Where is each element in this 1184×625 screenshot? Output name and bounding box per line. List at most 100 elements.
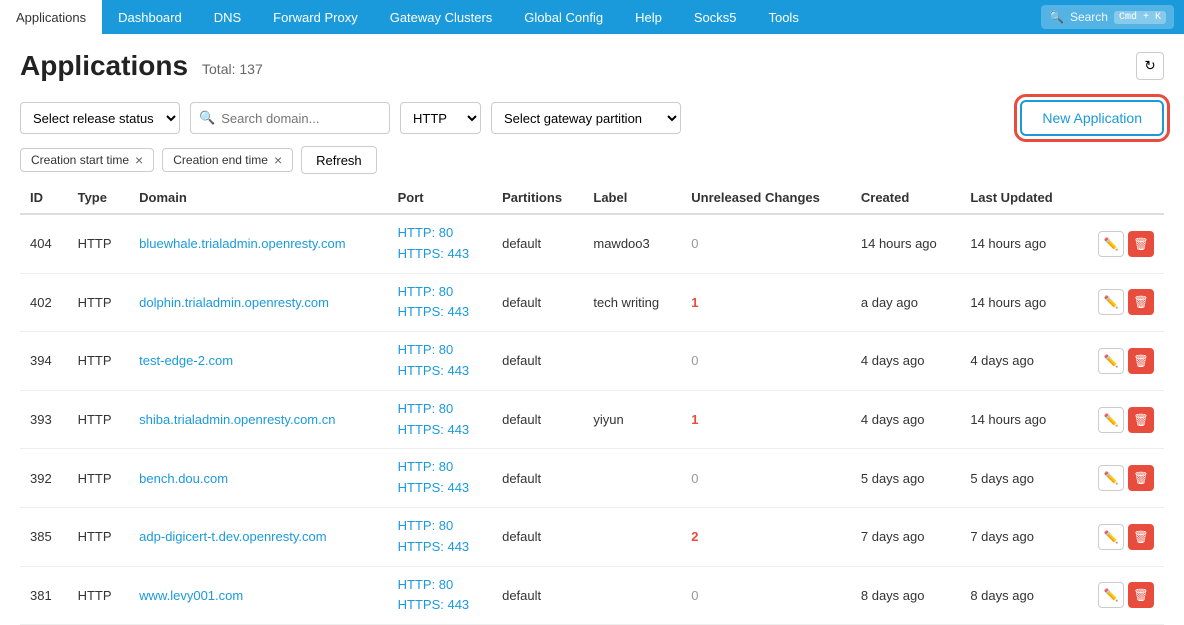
nav-item-forward-proxy[interactable]: Forward Proxy bbox=[257, 0, 374, 34]
domain-link[interactable]: shiba.trialadmin.openresty.com.cn bbox=[139, 412, 335, 427]
port-http-link[interactable]: HTTP: 80 bbox=[398, 399, 482, 420]
delete-button[interactable]: 🗑 bbox=[1128, 231, 1154, 257]
cell-port: HTTP: 80 HTTPS: 443 bbox=[388, 507, 492, 566]
gateway-partition-select[interactable]: Select gateway partition bbox=[491, 102, 681, 134]
edit-icon: ✏️ bbox=[1104, 295, 1119, 309]
delete-icon: 🗑 bbox=[1133, 237, 1148, 251]
cell-created: 4 days ago bbox=[851, 390, 960, 449]
port-https-link[interactable]: HTTPS: 443 bbox=[398, 244, 482, 265]
table-row: 393 HTTP shiba.trialadmin.openresty.com.… bbox=[20, 390, 1164, 449]
protocol-select[interactable]: HTTP HTTPS bbox=[400, 102, 481, 134]
port-https-link[interactable]: HTTPS: 443 bbox=[398, 537, 482, 558]
edit-button[interactable]: ✏️ bbox=[1098, 582, 1124, 608]
refresh-button[interactable]: Refresh bbox=[301, 146, 377, 174]
nav-item-help[interactable]: Help bbox=[619, 0, 678, 34]
nav-search-label: Search bbox=[1070, 10, 1108, 24]
col-header-last-updated: Last Updated bbox=[960, 182, 1077, 214]
filter-tag-start-close[interactable]: × bbox=[135, 153, 143, 167]
cell-partitions: default bbox=[492, 507, 583, 566]
cell-domain: dolphin.trialadmin.openresty.com bbox=[129, 273, 387, 332]
domain-link[interactable]: bench.dou.com bbox=[139, 471, 228, 486]
col-header-created: Created bbox=[851, 182, 960, 214]
refresh-icon: ↻ bbox=[1144, 58, 1155, 74]
port-https-link[interactable]: HTTPS: 443 bbox=[398, 595, 482, 616]
domain-link[interactable]: test-edge-2.com bbox=[139, 353, 233, 368]
cell-domain: bench.dou.com bbox=[129, 449, 387, 508]
delete-icon: 🗑 bbox=[1133, 354, 1148, 368]
nav-item-gateway-clusters[interactable]: Gateway Clusters bbox=[374, 0, 509, 34]
domain-link[interactable]: www.levy001.com bbox=[139, 588, 243, 603]
table-row: 404 HTTP bluewhale.trialadmin.openresty.… bbox=[20, 214, 1164, 273]
cell-last-updated: 7 days ago bbox=[960, 507, 1077, 566]
col-header-label: Label bbox=[583, 182, 681, 214]
port-http-link[interactable]: HTTP: 80 bbox=[398, 516, 482, 537]
cell-last-updated: 14 hours ago bbox=[960, 390, 1077, 449]
cell-type: HTTP bbox=[68, 507, 130, 566]
port-http-link[interactable]: HTTP: 80 bbox=[398, 575, 482, 596]
edit-icon: ✏️ bbox=[1104, 354, 1119, 368]
cell-last-updated: 5 days ago bbox=[960, 449, 1077, 508]
cell-type: HTTP bbox=[68, 449, 130, 508]
port-https-link[interactable]: HTTPS: 443 bbox=[398, 361, 482, 382]
nav-search[interactable]: 🔍 Search Cmd + K bbox=[1041, 5, 1174, 29]
filter-tag-end-close[interactable]: × bbox=[274, 153, 282, 167]
port-http-link[interactable]: HTTP: 80 bbox=[398, 340, 482, 361]
nav-item-dashboard[interactable]: Dashboard bbox=[102, 0, 198, 34]
release-status-select[interactable]: Select release status bbox=[20, 102, 180, 134]
filters-row: Select release status 🔍 HTTP HTTPS Selec… bbox=[0, 94, 1184, 142]
delete-button[interactable]: 🗑 bbox=[1128, 407, 1154, 433]
filter-tag-creation-start: Creation start time × bbox=[20, 148, 154, 172]
new-application-button[interactable]: New Application bbox=[1020, 100, 1164, 136]
nav-item-global-config[interactable]: Global Config bbox=[508, 0, 619, 34]
edit-button[interactable]: ✏️ bbox=[1098, 348, 1124, 374]
col-header-partitions: Partitions bbox=[492, 182, 583, 214]
delete-icon: 🗑 bbox=[1133, 471, 1148, 485]
cell-partitions: default bbox=[492, 449, 583, 508]
search-domain-input[interactable] bbox=[221, 111, 361, 126]
delete-button[interactable]: 🗑 bbox=[1128, 465, 1154, 491]
nav-item-dns[interactable]: DNS bbox=[198, 0, 257, 34]
nav-item-socks5[interactable]: Socks5 bbox=[678, 0, 753, 34]
port-https-link[interactable]: HTTPS: 443 bbox=[398, 302, 482, 323]
cell-id: 385 bbox=[20, 507, 68, 566]
delete-button[interactable]: 🗑 bbox=[1128, 582, 1154, 608]
applications-table: ID Type Domain Port Partitions Label Unr… bbox=[20, 182, 1164, 625]
nav-item-applications[interactable]: Applications bbox=[0, 0, 102, 34]
nav-item-tools[interactable]: Tools bbox=[752, 0, 814, 34]
domain-link[interactable]: bluewhale.trialadmin.openresty.com bbox=[139, 236, 345, 251]
page-title: Applications bbox=[20, 50, 188, 82]
filter-tag-end-label: Creation end time bbox=[173, 153, 268, 167]
domain-link[interactable]: dolphin.trialadmin.openresty.com bbox=[139, 295, 329, 310]
port-https-link[interactable]: HTTPS: 443 bbox=[398, 420, 482, 441]
edit-icon: ✏️ bbox=[1104, 588, 1119, 602]
edit-button[interactable]: ✏️ bbox=[1098, 524, 1124, 550]
applications-table-wrap: ID Type Domain Port Partitions Label Unr… bbox=[0, 182, 1184, 625]
col-header-id: ID bbox=[20, 182, 68, 214]
edit-button[interactable]: ✏️ bbox=[1098, 465, 1124, 491]
cell-label: yiyun bbox=[583, 390, 681, 449]
port-http-link[interactable]: HTTP: 80 bbox=[398, 457, 482, 478]
search-domain-icon: 🔍 bbox=[199, 110, 215, 126]
cell-type: HTTP bbox=[68, 332, 130, 391]
cell-last-updated: 8 days ago bbox=[960, 566, 1077, 625]
edit-button[interactable]: ✏️ bbox=[1098, 407, 1124, 433]
edit-button[interactable]: ✏️ bbox=[1098, 289, 1124, 315]
cell-domain: bluewhale.trialadmin.openresty.com bbox=[129, 214, 387, 273]
domain-link[interactable]: adp-digicert-t.dev.openresty.com bbox=[139, 529, 326, 544]
delete-button[interactable]: 🗑 bbox=[1128, 524, 1154, 550]
port-https-link[interactable]: HTTPS: 443 bbox=[398, 478, 482, 499]
port-http-link[interactable]: HTTP: 80 bbox=[398, 223, 482, 244]
delete-button[interactable]: 🗑 bbox=[1128, 289, 1154, 315]
cell-label: mawdoo3 bbox=[583, 214, 681, 273]
table-row: 385 HTTP adp-digicert-t.dev.openresty.co… bbox=[20, 507, 1164, 566]
delete-button[interactable]: 🗑 bbox=[1128, 348, 1154, 374]
cell-created: 7 days ago bbox=[851, 507, 960, 566]
edit-button[interactable]: ✏️ bbox=[1098, 231, 1124, 257]
page-total: Total: 137 bbox=[202, 61, 263, 77]
refresh-icon-button[interactable]: ↻ bbox=[1136, 52, 1164, 80]
cell-type: HTTP bbox=[68, 273, 130, 332]
search-icon: 🔍 bbox=[1049, 10, 1064, 24]
cell-last-updated: 4 days ago bbox=[960, 332, 1077, 391]
port-http-link[interactable]: HTTP: 80 bbox=[398, 282, 482, 303]
search-domain-field[interactable]: 🔍 bbox=[190, 102, 390, 134]
